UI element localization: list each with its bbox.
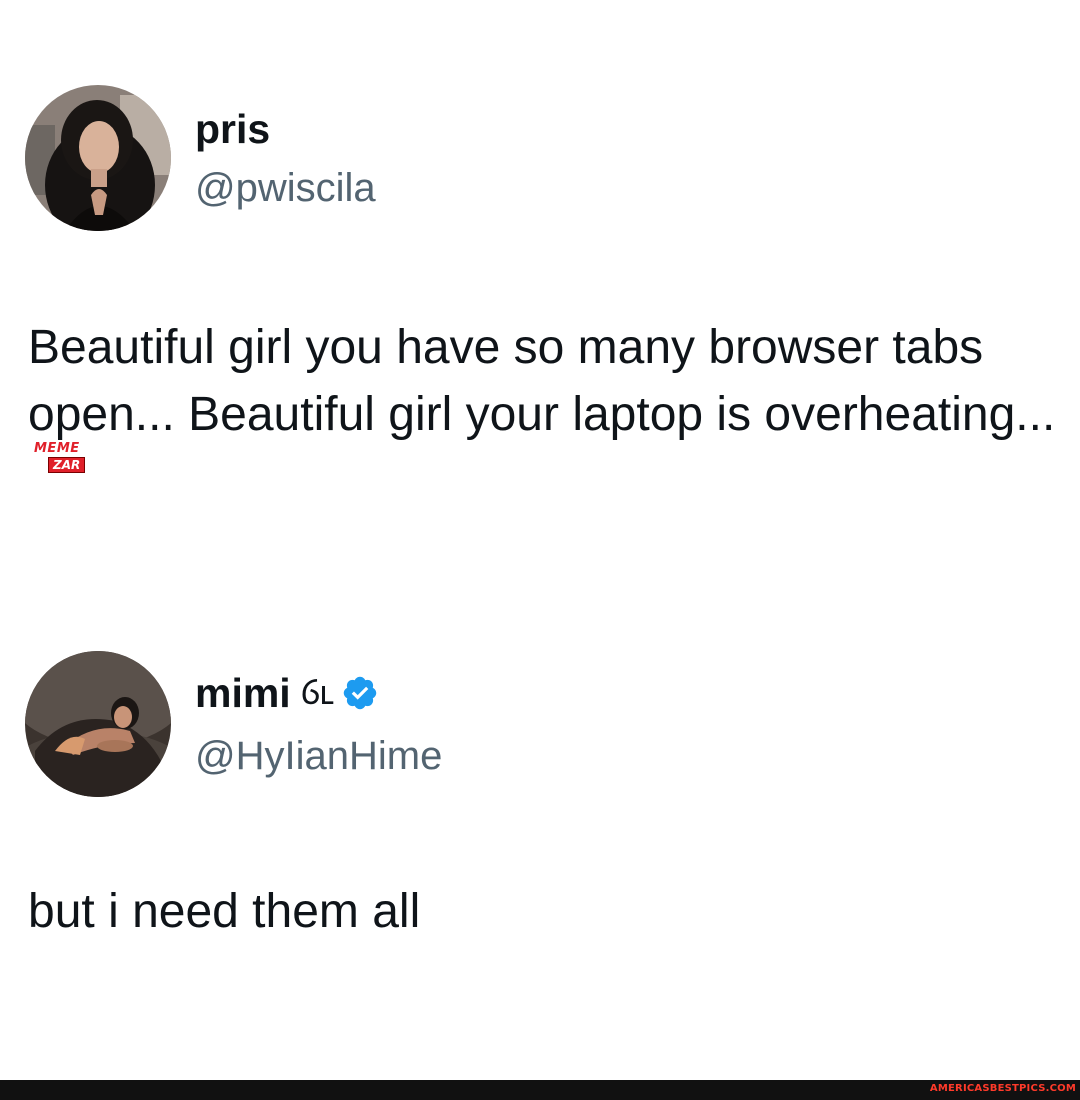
- user-handle[interactable]: @HyIianHime: [195, 733, 442, 779]
- display-name-emoticon: ⳓⳑ: [300, 674, 334, 712]
- footer-bar: AMERICASBESTPICS.COM: [0, 1080, 1080, 1100]
- tweet-2: mimi ⳓⳑ @HyIianHime but i need them all: [0, 0, 1080, 1080]
- profile-photo-icon: [25, 651, 171, 797]
- tweet-text: but i need them all: [28, 878, 1058, 945]
- avatar-mimi[interactable]: [25, 651, 171, 797]
- site-credit: AMERICASBESTPICS.COM: [929, 1083, 1076, 1094]
- display-name[interactable]: mimi ⳓⳑ: [195, 670, 379, 716]
- verified-badge-icon[interactable]: [341, 674, 379, 712]
- display-name-text: mimi: [195, 670, 291, 716]
- tweet-body: but i need them all: [28, 885, 421, 938]
